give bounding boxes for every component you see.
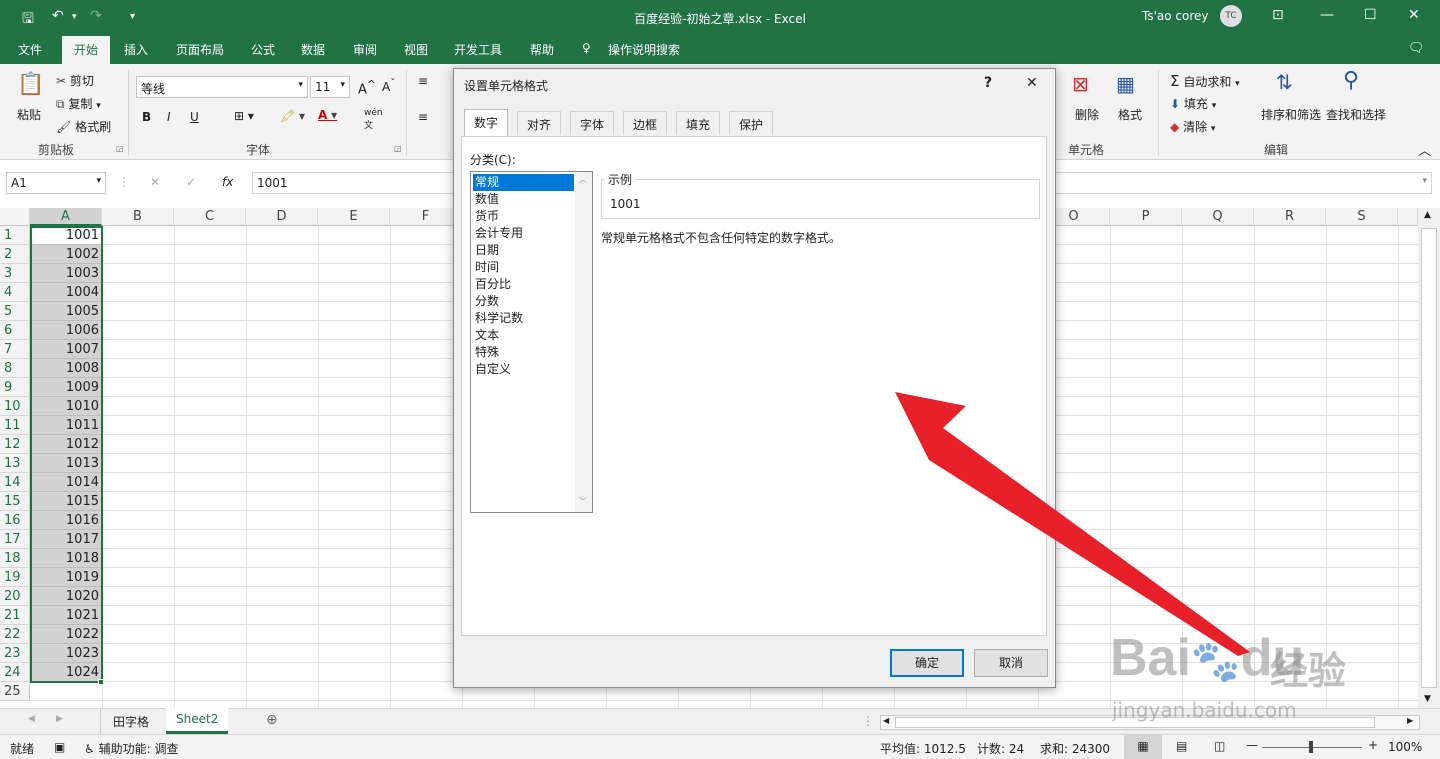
red-arrow-annotation — [895, 392, 1250, 656]
arrow-shape — [895, 392, 1250, 656]
